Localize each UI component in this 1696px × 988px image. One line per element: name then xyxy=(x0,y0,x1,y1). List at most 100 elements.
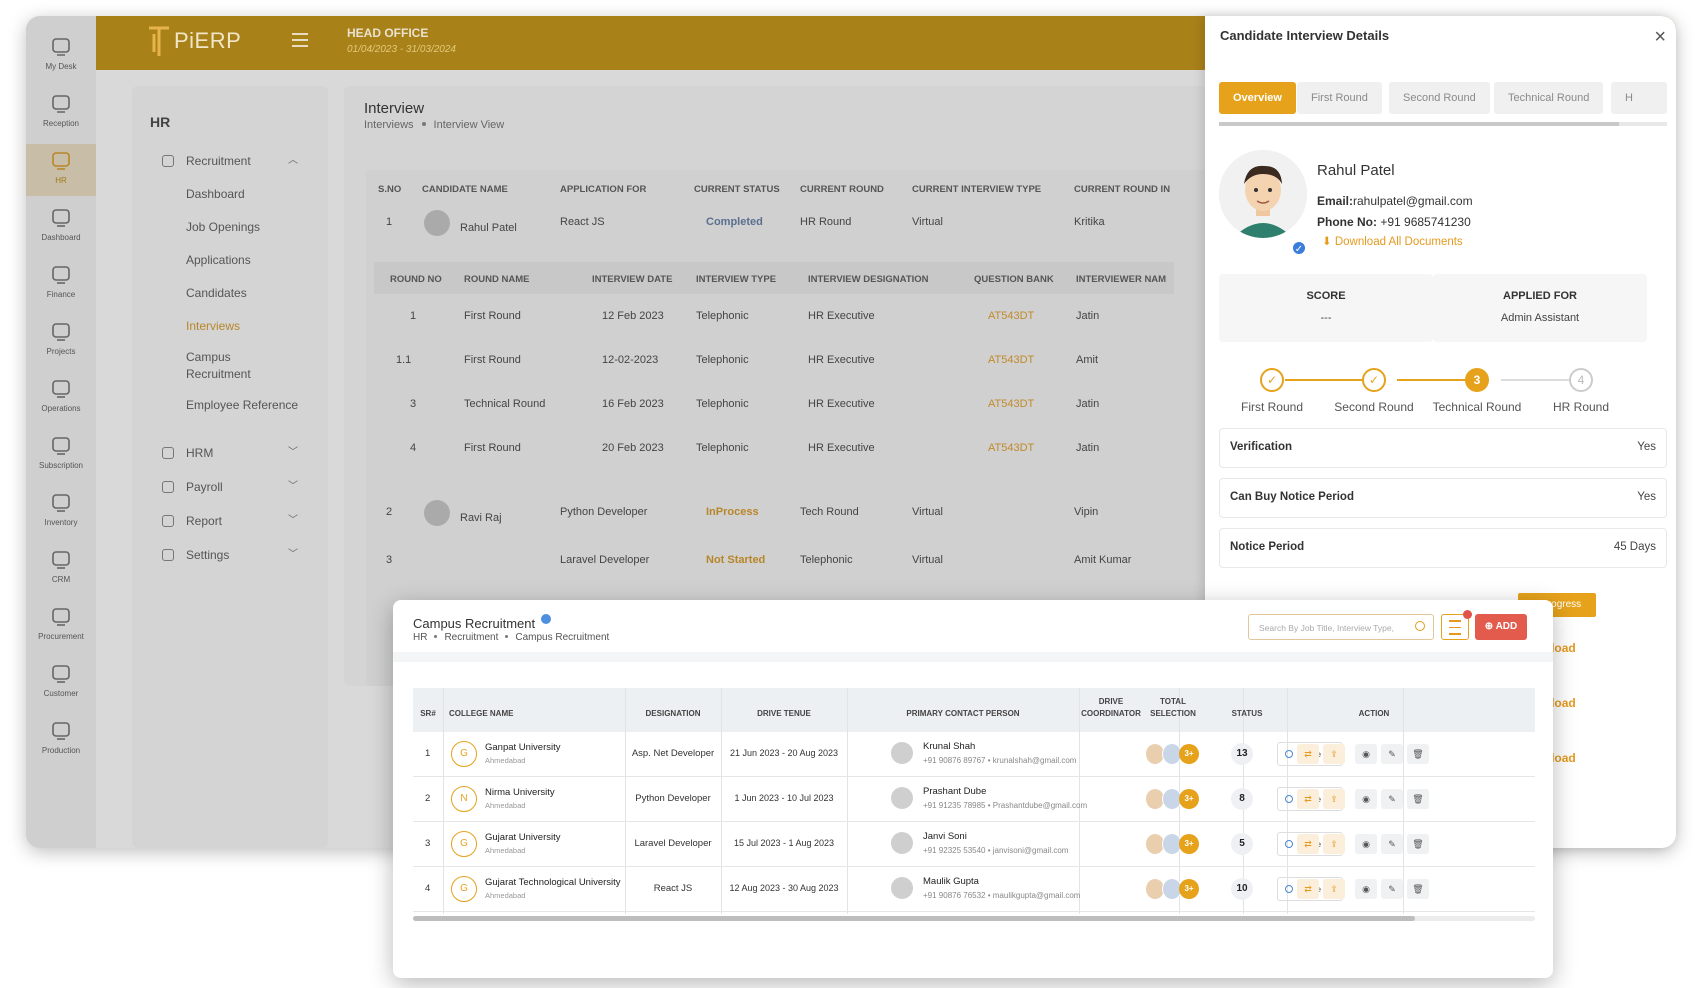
share-icon[interactable]: ⇪ xyxy=(1323,834,1345,854)
rail-item-production[interactable]: Production xyxy=(26,714,96,766)
submenu-dashboard[interactable]: Dashboard xyxy=(150,178,310,211)
view-icon[interactable]: ◉ xyxy=(1355,879,1377,899)
menu-recruitment[interactable]: Recruitment ︿ xyxy=(150,144,310,178)
rounds-column-header: INTERVIEW DESIGNATION xyxy=(808,274,929,285)
college-name[interactable]: Gujarat University xyxy=(485,832,561,843)
candidate-name-cell[interactable]: Rahul Patel xyxy=(460,222,517,234)
avatar xyxy=(424,210,450,236)
tab-scrollbar[interactable] xyxy=(1219,122,1667,126)
rail-item-crm[interactable]: CRM xyxy=(26,543,96,595)
assign-icon[interactable]: ⇄ xyxy=(1297,834,1319,854)
rail-label: Reception xyxy=(42,119,80,128)
reception-icon xyxy=(48,93,74,115)
interviewer-cell: Kritika xyxy=(1074,216,1105,228)
submenu-applications[interactable]: Applications xyxy=(150,244,310,277)
submenu-interviews[interactable]: Interviews xyxy=(150,310,310,343)
info-icon[interactable] xyxy=(541,614,552,624)
college-name[interactable]: Gujarat Technological University xyxy=(485,877,621,888)
close-icon[interactable]: × xyxy=(1654,26,1666,49)
rail-item-reception[interactable]: Reception xyxy=(26,87,96,139)
horizontal-scrollbar[interactable] xyxy=(413,916,1535,921)
candidate-name-cell[interactable]: Ravi Raj xyxy=(460,512,502,524)
question-bank-link[interactable]: AT543DT xyxy=(988,310,1034,322)
question-bank-link[interactable]: AT543DT xyxy=(988,398,1034,410)
contact-info: +91 91235 78985 • Prashantdube@gmail.com xyxy=(923,801,1088,810)
column-header: COLLEGE NAME xyxy=(449,709,514,718)
menu-hrm[interactable]: HRM ﹀ xyxy=(150,436,310,470)
column-header: CURRENT ROUND xyxy=(800,184,884,195)
designation-cell: HR Executive xyxy=(808,310,875,322)
question-bank-link[interactable]: AT543DT xyxy=(988,354,1034,366)
college-name[interactable]: Nirma University xyxy=(485,787,555,798)
menu-report[interactable]: Report ﹀ xyxy=(150,504,310,538)
detail-row-verification: Verification Yes xyxy=(1219,428,1667,468)
submenu-candidates[interactable]: Candidates xyxy=(150,277,310,310)
share-icon[interactable]: ⇪ xyxy=(1323,789,1345,809)
campus-breadcrumb: HR Recruitment Campus Recruitment xyxy=(413,632,609,643)
rail-item-customer[interactable]: Customer xyxy=(26,657,96,709)
rail-item-operations[interactable]: Operations xyxy=(26,372,96,424)
tab-second-round[interactable]: Second Round xyxy=(1389,82,1490,114)
college-name[interactable]: Ganpat University xyxy=(485,742,561,753)
contact-name: Janvi Soni xyxy=(923,831,967,842)
contact-info: +91 92325 53540 • janvisoni@gmail.com xyxy=(923,846,1069,855)
rail-item-projects[interactable]: Projects xyxy=(26,315,96,367)
rail-item-procurement[interactable]: Procurement xyxy=(26,600,96,652)
tab-overview[interactable]: Overview xyxy=(1219,82,1296,114)
edit-icon[interactable]: ✎ xyxy=(1381,879,1403,899)
view-icon[interactable]: ◉ xyxy=(1355,834,1377,854)
designation-cell: HR Executive xyxy=(808,354,875,366)
interview-type-cell: Virtual xyxy=(912,216,943,228)
tab-technical-round[interactable]: Technical Round xyxy=(1494,82,1604,114)
assign-icon[interactable]: ⇄ xyxy=(1297,879,1319,899)
monitor-icon xyxy=(48,36,74,58)
edit-icon[interactable]: ✎ xyxy=(1381,744,1403,764)
menu-payroll[interactable]: Payroll ﹀ xyxy=(150,470,310,504)
view-icon[interactable]: ◉ xyxy=(1355,744,1377,764)
interview-type-cell: Telephonic xyxy=(696,310,749,322)
rail-label: CRM xyxy=(51,575,71,584)
view-icon[interactable]: ◉ xyxy=(1355,789,1377,809)
submenu-campus-recruitment[interactable]: Campus Recruitment xyxy=(150,343,270,389)
breadcrumb-interviews[interactable]: Interviews xyxy=(364,119,414,131)
delete-icon[interactable]: 🗑 xyxy=(1407,834,1429,854)
interview-date-cell: 12-02-2023 xyxy=(602,354,659,366)
interview-type-cell: Telephonic xyxy=(696,442,749,454)
submenu-employee-reference[interactable]: Employee Reference xyxy=(150,389,310,422)
search-input[interactable]: Search By Job Title, Interview Type, xyxy=(1248,614,1434,640)
tab-h[interactable]: H xyxy=(1611,82,1667,114)
assign-icon[interactable]: ⇄ xyxy=(1297,744,1319,764)
breadcrumb-recruitment[interactable]: Recruitment xyxy=(444,632,498,643)
edit-icon[interactable]: ✎ xyxy=(1381,834,1403,854)
question-bank-link[interactable]: AT543DT xyxy=(988,442,1034,454)
filter-button[interactable] xyxy=(1441,610,1472,640)
delete-icon[interactable]: 🗑 xyxy=(1407,879,1429,899)
rail-item-hr[interactable]: HR xyxy=(26,144,96,196)
subscription-icon xyxy=(48,435,74,457)
submenu-job-openings[interactable]: Job Openings xyxy=(150,211,310,244)
share-icon[interactable]: ⇪ xyxy=(1323,879,1345,899)
breadcrumb-hr[interactable]: HR xyxy=(413,632,427,643)
rail-item-dashboard[interactable]: Dashboard xyxy=(26,201,96,253)
download-all-documents-link[interactable]: ⬇ Download All Documents xyxy=(1322,234,1463,248)
edit-icon[interactable]: ✎ xyxy=(1381,789,1403,809)
delete-icon[interactable]: 🗑 xyxy=(1407,744,1429,764)
assign-icon[interactable]: ⇄ xyxy=(1297,789,1319,809)
table-row: 2 N Nirma University Ahmedabad Python Develo… xyxy=(413,777,1535,822)
menu-settings[interactable]: Settings ﹀ xyxy=(150,538,310,572)
add-button[interactable]: ⊕ ADD xyxy=(1475,614,1527,640)
rail-item-subscription[interactable]: Subscription xyxy=(26,429,96,481)
delete-icon[interactable]: 🗑 xyxy=(1407,789,1429,809)
tab-first-round[interactable]: First Round xyxy=(1297,82,1382,114)
settings-icon xyxy=(162,549,174,561)
share-icon[interactable]: ⇪ xyxy=(1323,744,1345,764)
rail-label: HR xyxy=(55,176,67,185)
rail-item-finance[interactable]: Finance xyxy=(26,258,96,310)
sr-cell: 4 xyxy=(425,883,431,894)
menu-toggle-icon[interactable] xyxy=(292,33,308,51)
rail-item-my-desk[interactable]: My Desk xyxy=(26,30,96,82)
rail-item-inventory[interactable]: Inventory xyxy=(26,486,96,538)
brand-logo[interactable]: PiERP xyxy=(146,24,241,58)
dashboard-icon xyxy=(48,207,74,229)
detail-label: Can Buy Notice Period xyxy=(1230,491,1354,503)
